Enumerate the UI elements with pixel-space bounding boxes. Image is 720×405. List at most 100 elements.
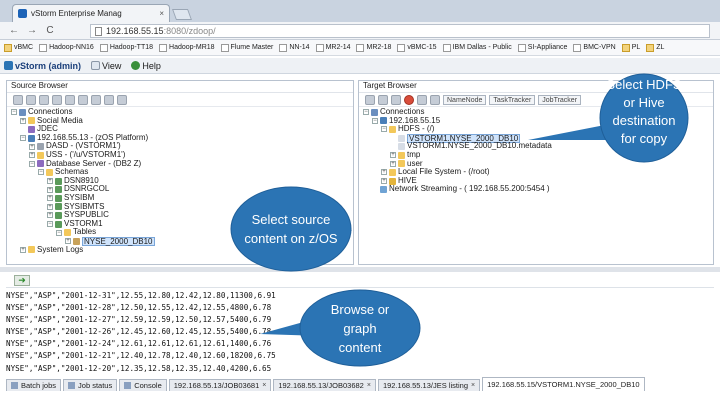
toolbar-button-icon[interactable] [13,94,23,105]
page-icon [517,43,526,52]
db-icon [37,160,44,168]
menu-help[interactable]: Help [131,61,161,71]
bottom-tab[interactable]: 192.168.55.15/VSTORM1.NYSE_2000_DB10 [482,377,645,391]
tree-node-label: Network Streaming - ( 192.168.55.200:545… [389,184,550,194]
stop-icon[interactable] [404,94,414,105]
bottom-tab[interactable]: 192.168.55.13/JOB03681 × [168,379,272,391]
bookmark-item[interactable]: ZL [646,43,664,52]
bookmark-item[interactable]: SI-Appliance [517,43,567,52]
tree-node[interactable]: Network Streaming - ( 192.168.55.200:545… [359,185,713,194]
forward-arrow-icon[interactable]: → [26,25,38,37]
close-icon[interactable]: × [262,380,266,391]
menu-app[interactable]: vStorm (admin) [4,61,81,71]
tree-expander-icon[interactable]: − [47,221,53,228]
bottom-tab[interactable]: Job status [63,379,118,391]
pane-splitter[interactable] [0,267,720,272]
tree-expander-icon[interactable]: + [47,203,53,210]
tree-expander-icon[interactable]: + [47,178,53,185]
tree-node[interactable]: − Schemas [7,168,353,177]
reload-icon[interactable]: C [44,25,56,37]
toolbar-button-icon[interactable] [117,94,127,105]
toolbar-button-icon[interactable] [430,94,440,105]
url-input[interactable]: 192.168.55.15:8080/zdoop/ [90,24,710,38]
bookmark-item[interactable]: IBM Dallas - Public [442,43,512,52]
close-icon[interactable]: × [367,380,371,391]
toolbar-button-icon[interactable] [378,94,388,105]
close-tab-icon[interactable]: × [159,9,164,18]
tree-expander-icon[interactable]: + [29,143,35,150]
tree-expander-icon[interactable]: + [29,152,35,159]
tree-node-label: System Logs [37,244,84,254]
bookmark-item[interactable]: MR2-14 [315,43,351,52]
folder-icon [37,151,44,159]
bottom-tab[interactable]: Batch jobs [6,379,62,391]
tree-expander-icon[interactable]: + [381,178,387,185]
toolbar-button-icon[interactable] [104,94,114,105]
toolbar-button-icon[interactable] [39,94,49,105]
tree-expander-icon[interactable]: − [363,109,369,116]
tree-expander-icon[interactable]: + [47,186,53,193]
bookmark-item[interactable]: vBMC-15 [397,43,437,52]
tree-expander-icon[interactable]: − [11,109,17,116]
back-arrow-icon[interactable]: ← [8,25,20,37]
toolbar-tag[interactable]: JobTracker [538,94,582,105]
toolbar-button-icon[interactable] [91,94,101,105]
page-icon [315,43,324,52]
content-toolbar: ➜ [6,274,714,288]
toolbar-button-icon[interactable] [365,94,375,105]
folder-icon [389,168,396,176]
new-tab-button[interactable] [171,9,193,20]
bookmark-item[interactable]: Hadoop-MR18 [159,43,215,52]
toolbar-button-icon[interactable] [65,94,75,105]
app-menubar: vStorm (admin) View Help [0,58,720,74]
tree-expander-icon[interactable]: + [390,160,396,167]
bottom-tab[interactable]: 192.168.55.13/JOB03682 × [273,379,376,391]
toolbar-button-icon[interactable] [78,94,88,105]
close-icon[interactable]: × [471,380,475,391]
callout-data-text: Browse or graph content [330,301,390,355]
tree-expander-icon[interactable]: + [390,152,396,159]
tree-node[interactable]: + Social Media [7,116,353,126]
disk-icon [37,143,44,151]
run-arrow-icon[interactable]: ➜ [14,275,30,286]
tree-expander-icon[interactable]: − [56,229,62,236]
bookmark-item[interactable]: vBMC [4,43,33,52]
tree-expander-icon[interactable]: − [372,117,378,124]
bottom-tab[interactable]: 192.168.55.13/JES listing × [377,379,481,391]
bookmark-item[interactable]: Flume Master [220,43,273,52]
tree-expander-icon[interactable]: + [20,117,26,124]
tree-expander-icon[interactable]: − [381,126,387,133]
folder-icon [64,229,71,237]
tree-expander-icon[interactable]: + [20,246,26,253]
toolbar-button-icon[interactable] [26,94,36,105]
conn-icon [371,108,378,116]
folder-icon [389,125,396,133]
menu-help-label: Help [142,60,161,71]
bookmark-item[interactable]: MR2-18 [356,43,391,52]
tree-expander-icon[interactable]: + [381,169,387,176]
tree-expander-icon[interactable]: + [47,195,53,202]
tree-expander-icon[interactable]: − [38,169,44,176]
toolbar-button-icon[interactable] [417,94,427,105]
menu-view[interactable]: View [91,61,121,71]
bookmark-item[interactable]: Hadoop-NN16 [39,43,94,52]
folder-icon [46,168,53,176]
tree-expander-icon[interactable]: + [47,212,53,219]
bookmark-item[interactable]: BMC-VPN [573,43,616,52]
tree-expander-icon[interactable]: − [20,135,26,142]
toolbar-tag[interactable]: NameNode [443,94,487,105]
bottom-tab[interactable]: Console [119,379,167,391]
tree-expander-icon[interactable]: + [65,238,71,245]
bookmark-item[interactable]: NN-14 [279,43,310,52]
folder-icon [621,43,630,52]
screen: vStorm Enterprise Manag × ← → C 192.168.… [0,0,720,405]
bookmark-item[interactable]: PL [621,43,640,52]
tree-expander-icon[interactable]: − [29,160,35,167]
bookmark-label: MR2-14 [325,44,351,51]
browser-tab[interactable]: vStorm Enterprise Manag × [12,4,170,22]
bookmark-item[interactable]: Hadoop-TT18 [99,43,153,52]
toolbar-tag[interactable]: TaskTracker [489,94,536,105]
tree-node[interactable]: + DSN8910 [7,176,353,186]
toolbar-button-icon[interactable] [52,94,62,105]
toolbar-button-icon[interactable] [391,94,401,105]
